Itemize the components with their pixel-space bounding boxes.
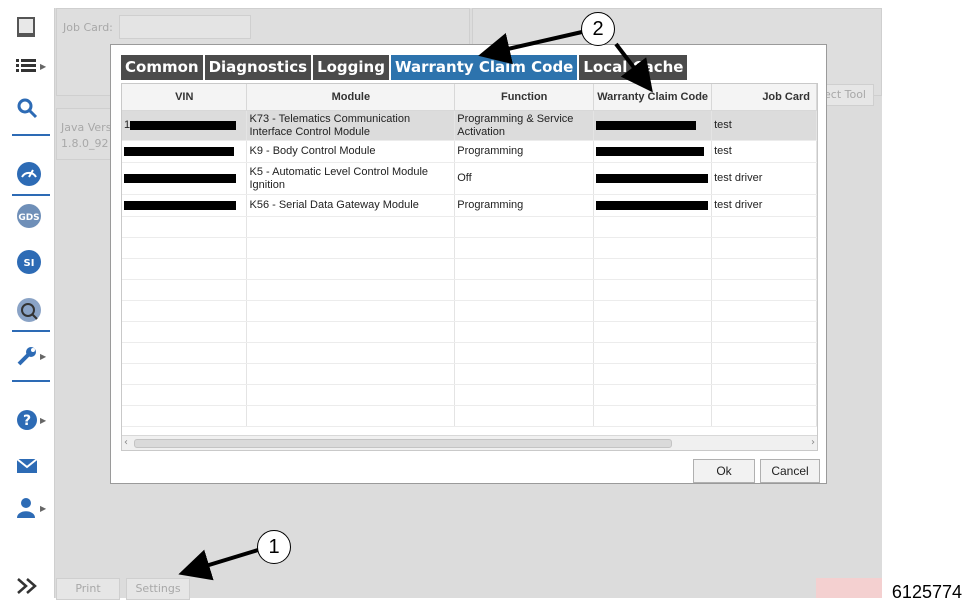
callout-2-arrow-tab (478, 30, 583, 65)
callout-1-arrow (178, 548, 259, 581)
figure-number: 6125774 (891, 582, 962, 602)
callout-1: 1 (257, 530, 291, 564)
callout-2-arrow-column (614, 42, 653, 93)
callout-2: 2 (581, 12, 615, 46)
callout-arrows (178, 30, 653, 581)
